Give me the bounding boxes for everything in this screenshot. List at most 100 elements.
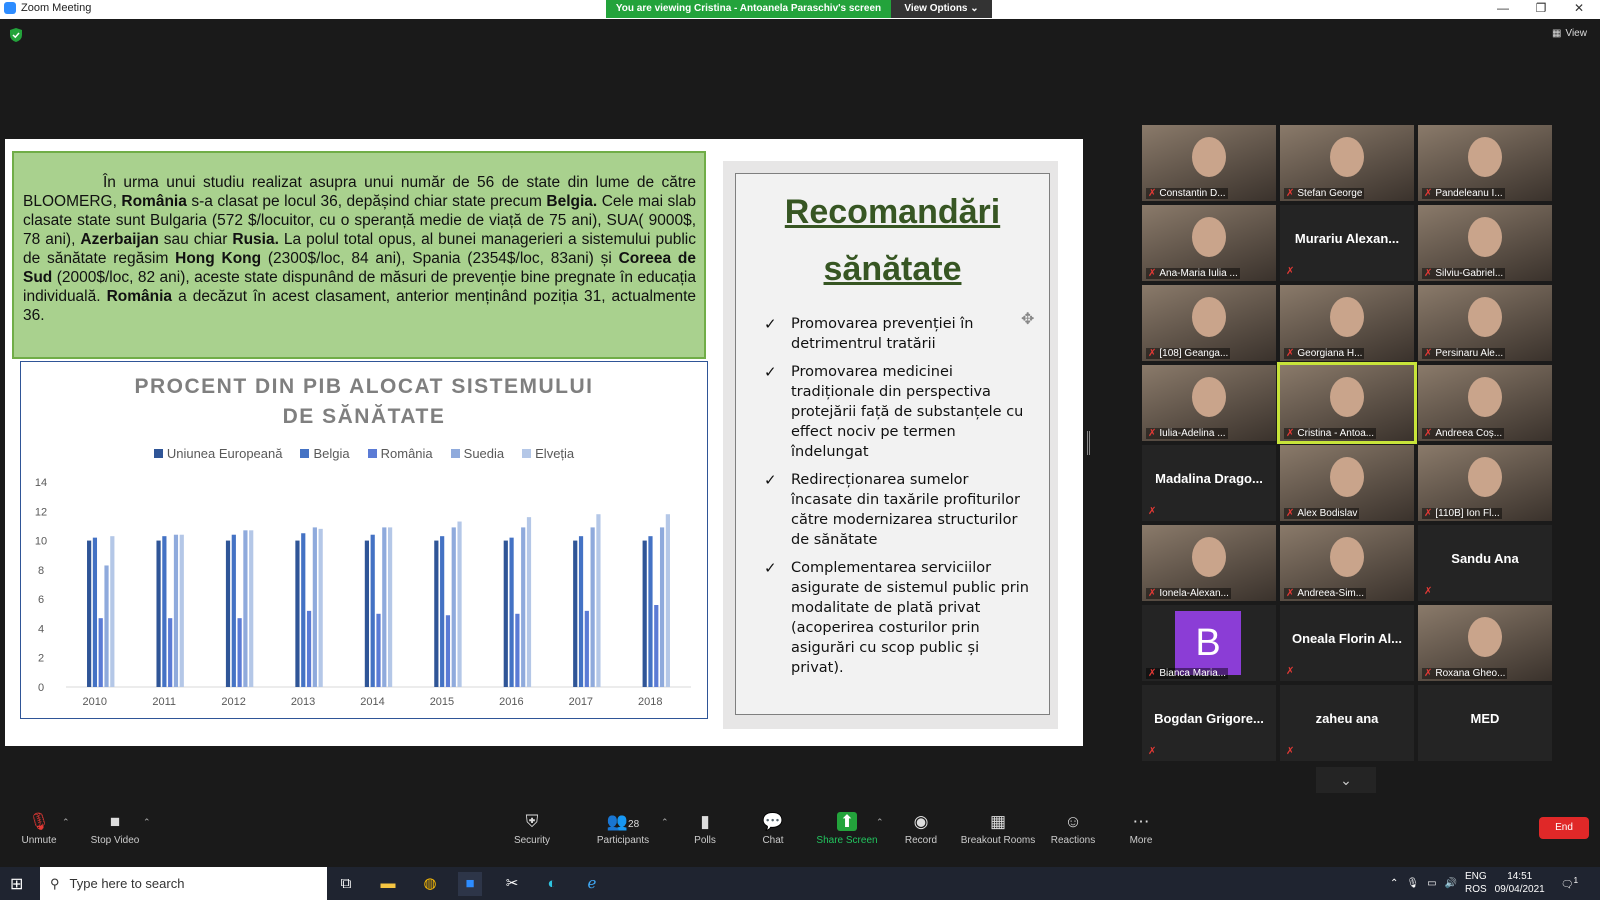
bar-chart-icon: ▮ (700, 812, 710, 831)
record-button[interactable]: ◉ Record (901, 811, 941, 846)
restore-icon[interactable]: ❐ (1526, 1, 1556, 15)
study-paragraph: În urma unui studiu realizat asupra unui… (12, 151, 706, 359)
tray-chevron-icon[interactable]: ⌃ (1390, 878, 1398, 889)
end-meeting-button[interactable]: End (1539, 817, 1589, 839)
participant-name: MED (1470, 711, 1500, 726)
participant-tile[interactable]: ✗ Cristina - Antoa... (1277, 362, 1417, 444)
notifications-icon[interactable]: 🗨1 (1561, 875, 1578, 890)
text-run: s-a clasat pe locul 36, depășind chiar s… (186, 193, 547, 210)
muted-mic-icon: ✗ (1286, 428, 1295, 439)
bar-belgia-2018 (648, 536, 653, 687)
edge-icon[interactable]: ◐ (540, 872, 564, 896)
participant-tile[interactable]: ✗ Iulia-Adelina ... (1142, 365, 1276, 441)
windows-start-icon[interactable]: ⊞ (10, 874, 23, 894)
gallery-next-page-button[interactable]: ⌄ (1316, 767, 1376, 793)
share-options-caret[interactable]: ⌃ (876, 817, 884, 828)
security-button[interactable]: ⛨ Security (512, 811, 552, 846)
zoom-app-icon[interactable]: ■ (458, 872, 482, 896)
x-tick-label: 2012 (221, 696, 245, 708)
chrome-icon[interactable]: ◍ (418, 872, 442, 896)
participant-tile[interactable]: zaheu ana ✗ (1280, 685, 1414, 761)
encryption-shield-icon[interactable] (10, 28, 22, 42)
participants-options-caret[interactable]: ⌃ (661, 817, 669, 828)
participant-tile[interactable]: ✗ Silviu-Gabriel... (1418, 205, 1552, 281)
participant-tile[interactable]: ✗ Stefan George (1280, 125, 1414, 201)
bar-belgia-2010 (92, 537, 98, 687)
minimize-icon[interactable]: — (1488, 1, 1518, 15)
file-explorer-icon[interactable]: ▬ (376, 872, 400, 896)
video-feed (1468, 617, 1502, 657)
participant-name: Bianca Maria... (1159, 668, 1227, 679)
more-button[interactable]: ⋯ More (1127, 811, 1155, 846)
participant-label: ✗ Alex Bodislav (1284, 508, 1360, 519)
snipping-tool-icon[interactable]: ✂ (500, 872, 524, 896)
participant-tile[interactable]: ✗ Andreea-Sim... (1280, 525, 1414, 601)
x-tick-label: 2018 (638, 696, 662, 708)
view-options-button[interactable]: View Options ⌄ (891, 0, 992, 18)
participant-tile[interactable]: ✗ Persinaru Ale... (1418, 285, 1552, 361)
share-screen-button[interactable]: ⬆ Share Screen (816, 811, 878, 846)
participant-label: ✗ Constantin D... (1146, 188, 1228, 199)
volume-icon[interactable]: 🔊 (1445, 878, 1457, 889)
title-bar: Zoom Meeting You are viewing Cristina - … (0, 0, 1600, 19)
unmute-button[interactable]: 🎙 Unmute (18, 811, 60, 846)
participant-tile[interactable]: MED (1418, 685, 1552, 761)
legend-item: Belgia (300, 446, 350, 461)
breakout-rooms-button[interactable]: ▦ Breakout Rooms (960, 811, 1036, 846)
participant-tile[interactable]: ✗ Ana-Maria Iulia ... (1142, 205, 1276, 281)
video-feed (1330, 457, 1364, 497)
participant-name: Andreea-Sim... (1297, 588, 1365, 599)
zoom-logo-icon (4, 2, 16, 14)
participant-tile[interactable]: ✗ Constantin D... (1142, 125, 1276, 201)
video-options-caret[interactable]: ⌃ (143, 817, 151, 828)
recommendation-item: ✓ Complementarea serviciilor asigurate de… (764, 558, 1034, 678)
input-language[interactable]: ENG ROS (1465, 870, 1487, 896)
view-layout-button[interactable]: ▦ View (1552, 28, 1587, 39)
viewing-screen-banner: You are viewing Cristina - Antoanela Par… (606, 0, 891, 18)
participant-tile[interactable]: ✗ Andreea Coș... (1418, 365, 1552, 441)
participant-name: Ionela-Alexan... (1159, 588, 1229, 599)
polls-button[interactable]: ▮ Polls (690, 811, 720, 846)
participant-label: ✗ Iulia-Adelina ... (1146, 428, 1228, 439)
panel-resize-handle[interactable] (1087, 431, 1090, 455)
video-feed (1192, 217, 1226, 257)
close-icon[interactable]: ✕ (1564, 1, 1594, 15)
task-view-icon[interactable]: ⧉ (334, 872, 358, 896)
bar-elveția-2017 (596, 514, 601, 687)
video-feed (1468, 137, 1502, 177)
participant-tile[interactable]: Murariu Alexan... ✗ (1280, 205, 1414, 281)
bar-belgia-2012 (231, 534, 236, 687)
internet-explorer-icon[interactable]: ℯ (580, 872, 604, 896)
network-icon[interactable]: ▭ (1427, 878, 1436, 889)
participant-tile[interactable]: Bogdan Grigore... ✗ (1142, 685, 1276, 761)
participant-label: ✗ Bianca Maria... (1146, 668, 1229, 679)
microphone-icon[interactable]: 🎙 (1406, 878, 1419, 889)
video-feed (1468, 457, 1502, 497)
participant-tile[interactable]: Sandu Ana ✗ (1418, 525, 1552, 601)
participant-tile[interactable]: ✗ [108] Geanga... (1142, 285, 1276, 361)
window-title: Zoom Meeting (21, 2, 92, 14)
participant-tile[interactable]: Oneala Florin Al... ✗ (1280, 605, 1414, 681)
stop-video-button[interactable]: ■ Stop Video (88, 811, 142, 846)
participant-tile[interactable]: ✗ [110B] Ion Fl... (1418, 445, 1552, 521)
participant-tile[interactable]: Madalina Drago... ✗ (1142, 445, 1276, 521)
participant-tile[interactable]: ✗ Alex Bodislav (1280, 445, 1414, 521)
bold-phrase: Rusia. (232, 231, 279, 248)
checkmark-icon: ✓ (764, 363, 777, 381)
participant-tile[interactable]: ✗ Pandeleanu I... (1418, 125, 1552, 201)
participant-tile[interactable]: ✗ Roxana Gheo... (1418, 605, 1552, 681)
audio-options-caret[interactable]: ⌃ (62, 817, 70, 828)
recommendations-box: Recomandări sănătate ✓ Promovarea prevenț… (735, 173, 1050, 715)
taskbar-clock[interactable]: 14:51 09/04/2021 (1495, 870, 1545, 896)
taskbar-search-input[interactable]: ⚲ Type here to search (40, 867, 327, 900)
bar-românia-2017 (584, 610, 589, 687)
chat-button[interactable]: 💬 Chat (758, 811, 788, 846)
legend-swatch (522, 449, 532, 458)
participant-tile[interactable]: B ✗ Bianca Maria... (1142, 605, 1276, 681)
participant-tile[interactable]: ✗ Georgiana H... (1280, 285, 1414, 361)
participant-name: Silviu-Gabriel... (1435, 268, 1504, 279)
participant-tile[interactable]: ✗ Ionela-Alexan... (1142, 525, 1276, 601)
reactions-button[interactable]: ☺ Reactions (1050, 811, 1096, 846)
participant-name: Cristina - Antoa... (1297, 428, 1375, 439)
participants-button[interactable]: 👥28 Participants (592, 811, 654, 846)
